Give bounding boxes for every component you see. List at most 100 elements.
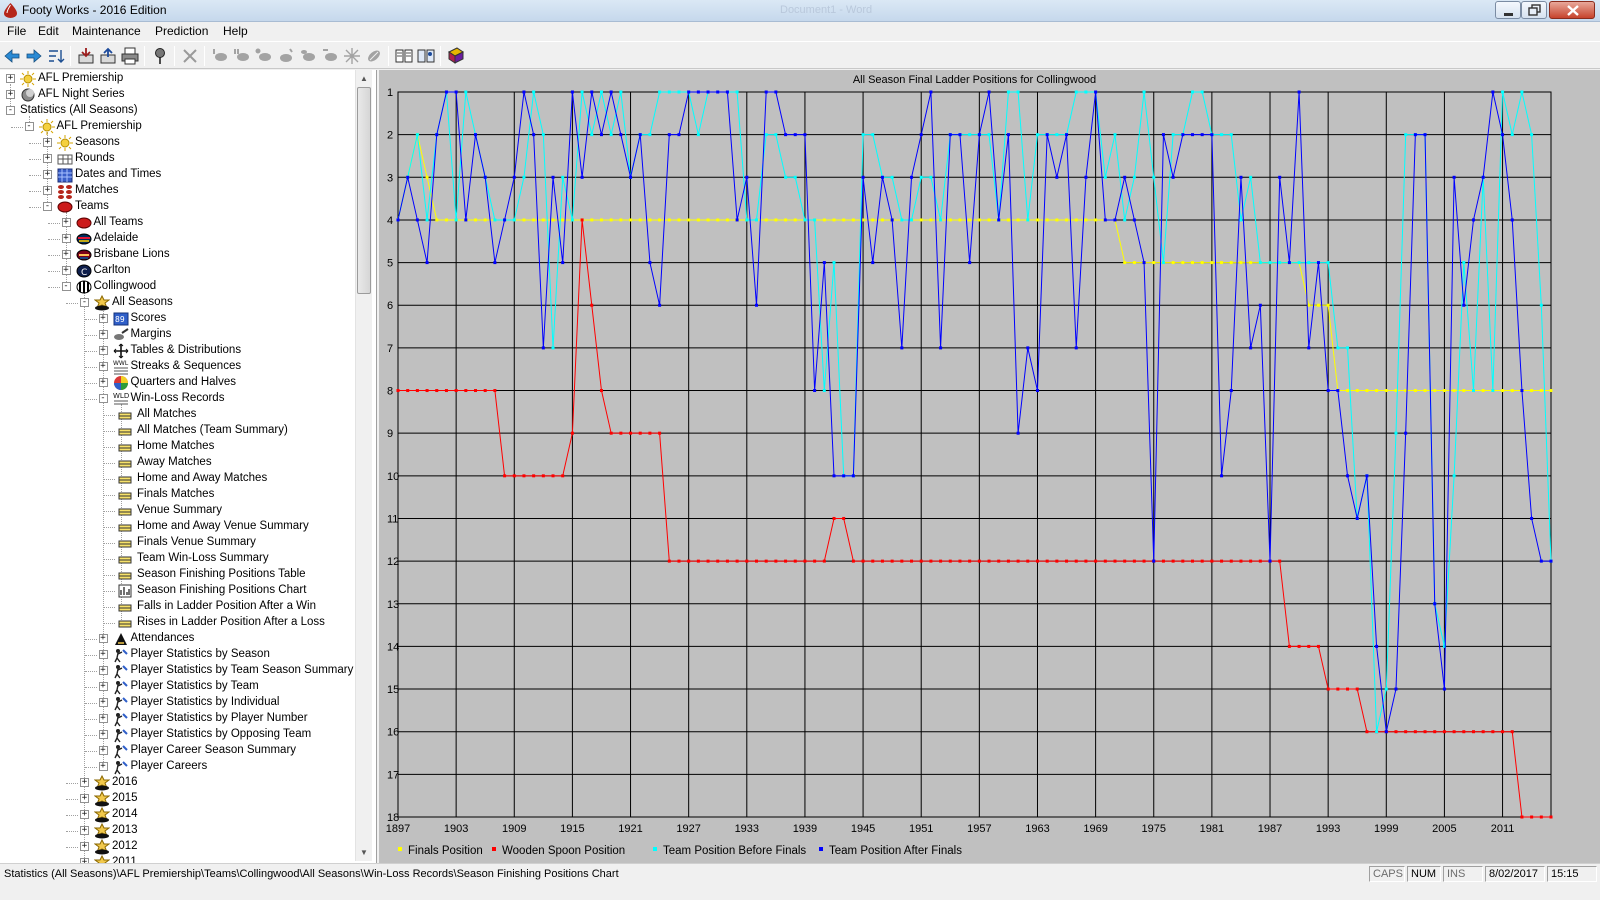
minimize-button[interactable] bbox=[1495, 1, 1521, 19]
data-point-team-position-after-finals bbox=[667, 133, 671, 137]
back-button[interactable] bbox=[2, 46, 22, 66]
close-button[interactable] bbox=[1549, 1, 1595, 19]
book-button[interactable] bbox=[394, 46, 414, 66]
football-tool-4[interactable] bbox=[276, 46, 296, 66]
toolbar-separator bbox=[440, 46, 441, 66]
data-point-finals-position bbox=[1229, 261, 1233, 265]
import-button[interactable] bbox=[76, 46, 96, 66]
tree-item-label: Player Career Season Summary bbox=[130, 744, 297, 756]
football-tool-8[interactable] bbox=[364, 46, 384, 66]
expand-icon[interactable]: + bbox=[80, 810, 89, 819]
expand-icon[interactable]: + bbox=[61, 234, 71, 243]
data-point-team-position-before-finals bbox=[968, 133, 972, 137]
data-point-team-position-after-finals bbox=[570, 90, 574, 94]
football-tool-1[interactable] bbox=[210, 46, 230, 66]
collapse-icon[interactable]: - bbox=[80, 298, 89, 307]
data-point-team-position-before-finals bbox=[551, 346, 555, 350]
menu-file[interactable]: File bbox=[7, 24, 26, 38]
scroll-thumb[interactable] bbox=[357, 87, 371, 294]
expand-icon[interactable]: + bbox=[98, 730, 108, 739]
expand-icon[interactable]: + bbox=[61, 218, 71, 227]
menu-edit[interactable]: Edit bbox=[38, 24, 59, 38]
tree-guide-horizontal bbox=[84, 703, 97, 704]
expand-icon[interactable]: + bbox=[98, 330, 108, 339]
expand-icon[interactable]: + bbox=[98, 314, 108, 323]
data-point-team-position-after-finals bbox=[532, 133, 536, 137]
expand-icon[interactable]: + bbox=[98, 362, 108, 371]
football-tool-6[interactable] bbox=[320, 46, 340, 66]
data-point-finals-position bbox=[784, 218, 788, 222]
player-icon bbox=[113, 713, 128, 727]
data-point-finals-position bbox=[1501, 389, 1505, 393]
collapse-icon[interactable]: - bbox=[24, 122, 34, 131]
data-point-finals-position bbox=[1481, 389, 1485, 393]
tree-sort-button[interactable] bbox=[46, 46, 66, 66]
delete-button[interactable] bbox=[180, 46, 200, 66]
menu-maintenance[interactable]: Maintenance bbox=[72, 24, 141, 38]
expand-icon[interactable]: + bbox=[98, 666, 108, 675]
expand-icon[interactable]: + bbox=[80, 778, 89, 787]
tree-icon-wrapper bbox=[113, 343, 129, 359]
data-point-finals-position bbox=[696, 218, 700, 222]
x-tick-label: 1933 bbox=[735, 823, 759, 835]
expand-icon[interactable]: + bbox=[98, 682, 108, 691]
collapse-icon[interactable]: - bbox=[43, 202, 52, 211]
football-tool-2[interactable] bbox=[232, 46, 252, 66]
menu-prediction[interactable]: Prediction bbox=[155, 24, 208, 38]
data-point-team-position-before-finals bbox=[1239, 218, 1243, 222]
expand-icon[interactable]: + bbox=[6, 74, 15, 83]
expand-icon[interactable]: + bbox=[80, 826, 89, 835]
tree-scrollbar[interactable]: ▲ ▼ bbox=[355, 70, 372, 861]
expand-icon[interactable]: + bbox=[80, 842, 89, 851]
expand-icon[interactable]: + bbox=[98, 634, 108, 643]
data-point-team-position-after-finals bbox=[541, 346, 545, 350]
expand-icon[interactable]: + bbox=[43, 170, 52, 179]
expand-icon[interactable]: + bbox=[43, 138, 52, 147]
print-button[interactable] bbox=[120, 46, 140, 66]
data-point-team-position-after-finals bbox=[880, 175, 884, 179]
expand-icon[interactable]: + bbox=[98, 762, 108, 771]
expand-icon[interactable]: + bbox=[80, 794, 89, 803]
expand-icon[interactable]: + bbox=[98, 650, 108, 659]
scroll-up-arrow-icon[interactable]: ▲ bbox=[356, 70, 372, 87]
pin-button[interactable] bbox=[150, 46, 170, 66]
data-point-team-position-before-finals bbox=[454, 218, 458, 222]
x-tick-label: 1897 bbox=[386, 823, 410, 835]
collapse-icon[interactable]: - bbox=[61, 282, 71, 291]
tree-icon-wrapper bbox=[57, 199, 73, 215]
expand-icon[interactable]: + bbox=[43, 154, 52, 163]
expand-icon[interactable]: + bbox=[61, 250, 71, 259]
book-red-button[interactable] bbox=[446, 46, 466, 66]
expand-icon[interactable]: + bbox=[43, 186, 52, 195]
data-point-finals-position bbox=[880, 218, 884, 222]
restore-button[interactable] bbox=[1521, 1, 1547, 19]
expand-icon[interactable]: + bbox=[98, 698, 108, 707]
expand-icon[interactable]: + bbox=[98, 714, 108, 723]
tree-item-label: Rises in Ladder Position After a Loss bbox=[137, 616, 325, 628]
x-tick-label: 1993 bbox=[1316, 823, 1340, 835]
expand-icon[interactable]: + bbox=[61, 266, 71, 275]
collapse-icon[interactable]: - bbox=[98, 394, 108, 403]
football-tool-5[interactable] bbox=[298, 46, 318, 66]
export-button[interactable] bbox=[98, 46, 118, 66]
data-point-wooden-spoon-position bbox=[1200, 559, 1204, 563]
football-tool-3[interactable] bbox=[254, 46, 274, 66]
collapse-icon[interactable]: - bbox=[6, 106, 15, 115]
menu-help[interactable]: Help bbox=[223, 24, 248, 38]
data-point-team-position-after-finals bbox=[580, 175, 584, 179]
forward-button[interactable] bbox=[24, 46, 44, 66]
football-4-icon bbox=[280, 48, 293, 62]
expand-icon[interactable]: + bbox=[98, 378, 108, 387]
book-open-button[interactable] bbox=[416, 46, 436, 66]
data-point-wooden-spoon-position bbox=[1171, 559, 1175, 563]
scroll-down-arrow-icon[interactable]: ▼ bbox=[356, 844, 372, 861]
expand-icon[interactable]: + bbox=[98, 346, 108, 355]
data-point-finals-position bbox=[774, 218, 778, 222]
tree-icon-wrapper bbox=[93, 822, 111, 839]
data-point-team-position-before-finals bbox=[1220, 133, 1224, 137]
expand-icon[interactable]: + bbox=[98, 746, 108, 755]
football-tool-7[interactable] bbox=[342, 46, 362, 66]
navigation-tree[interactable]: + AFL Premiership + AFL Night Series - Statis… bbox=[0, 70, 377, 881]
expand-icon[interactable]: + bbox=[6, 90, 15, 99]
tree-guide-horizontal bbox=[84, 351, 97, 352]
